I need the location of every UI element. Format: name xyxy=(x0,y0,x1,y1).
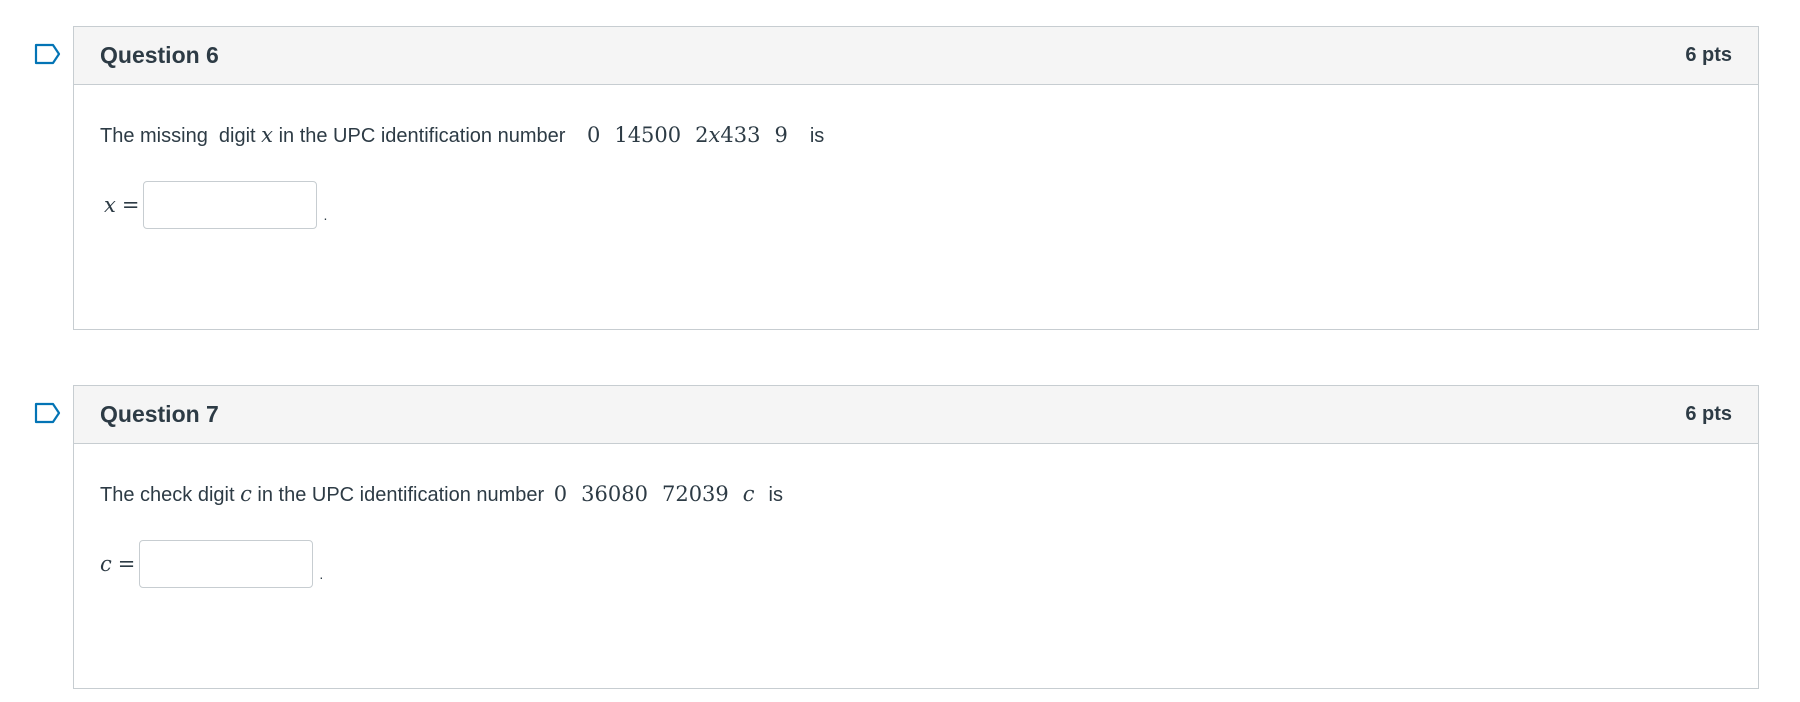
prompt-text: is xyxy=(768,484,783,506)
answer-label: x = xyxy=(100,193,139,217)
math-variable: x xyxy=(261,123,274,147)
period: . xyxy=(319,566,324,582)
question-header: Question 6 6 pts xyxy=(74,27,1758,85)
question-prompt: The check digit c in the UPC identificat… xyxy=(100,482,1732,510)
question-header: Question 7 6 pts xyxy=(74,386,1758,444)
prompt-text: The missing digit xyxy=(100,125,262,147)
question-body: The missing digit x in the UPC identific… xyxy=(74,85,1758,229)
answer-variable: x xyxy=(104,193,116,217)
equals-sign: = xyxy=(117,552,136,576)
answer-row: c = . xyxy=(100,540,1732,588)
upc-check-digit: c xyxy=(742,482,755,506)
answer-input[interactable] xyxy=(143,181,318,229)
upc-digit-group: 36080 xyxy=(581,482,648,506)
question-points: 6 pts xyxy=(1685,403,1732,425)
upc-digit-group: 72039 xyxy=(661,482,729,506)
question-card-6: Question 6 6 pts The missing digit x in … xyxy=(73,26,1759,330)
question-body: The check digit c in the UPC identificat… xyxy=(74,444,1758,588)
upc-digit-group: 0 xyxy=(586,123,601,147)
math-variable: c xyxy=(240,482,252,506)
flag-question-icon[interactable] xyxy=(34,402,62,424)
question-points: 6 pts xyxy=(1685,44,1732,66)
answer-variable: c xyxy=(100,552,112,576)
answer-label: c = xyxy=(100,552,135,576)
answer-input[interactable] xyxy=(139,540,314,588)
prompt-text: in the UPC identification number xyxy=(251,484,550,506)
flag-question-icon[interactable] xyxy=(34,43,62,65)
prompt-text: in the UPC identification number xyxy=(273,125,571,147)
question-title: Question 6 xyxy=(100,42,219,68)
prompt-text: The check digit xyxy=(100,484,241,506)
upc-digit-group: 0 xyxy=(553,482,568,506)
upc-digit-group: 14500 xyxy=(614,123,682,147)
equals-sign: = xyxy=(121,193,140,217)
question-prompt: The missing digit x in the UPC identific… xyxy=(100,123,1732,151)
upc-missing-digit: x xyxy=(708,123,721,147)
prompt-text: is xyxy=(809,125,825,147)
question-card-7: Question 7 6 pts The check digit c in th… xyxy=(73,385,1759,689)
upc-digit-group: 433 xyxy=(720,123,761,147)
question-title: Question 7 xyxy=(100,401,219,427)
period: . xyxy=(323,207,328,223)
upc-digit-group: 9 xyxy=(774,123,788,147)
upc-digit-group: 2 xyxy=(695,123,709,147)
answer-row: x = . xyxy=(100,181,1732,229)
